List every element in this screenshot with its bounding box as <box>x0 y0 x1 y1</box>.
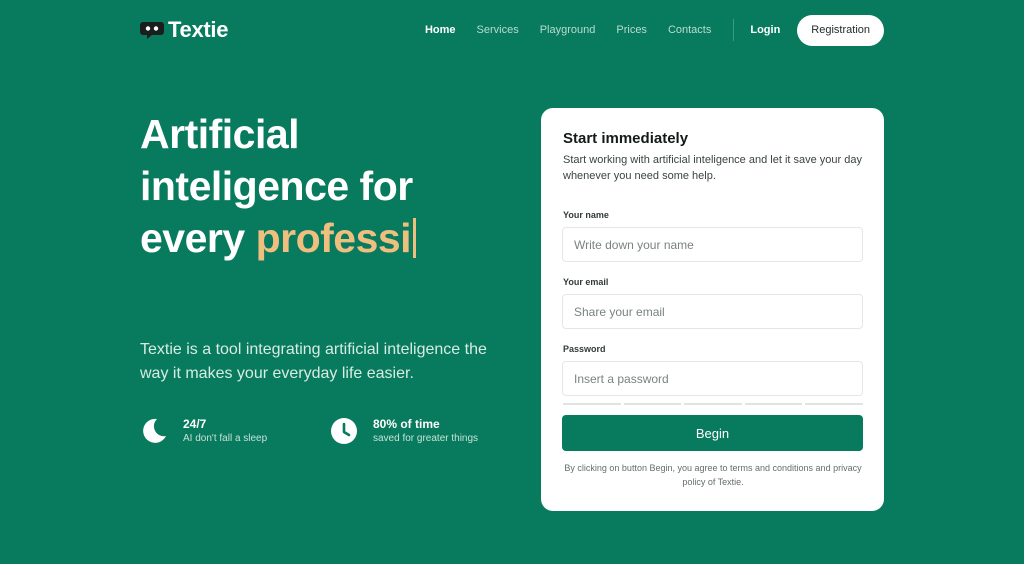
terms-notice: By clicking on button Begin, you agree t… <box>564 463 862 487</box>
hero-title-line3-prefix: every <box>140 215 256 261</box>
landing-page: Textie Home Services Playground Prices C… <box>0 0 1024 564</box>
site-header: Textie Home Services Playground Prices C… <box>140 14 884 46</box>
moon-icon <box>143 418 166 443</box>
brand-name: Textie <box>168 17 229 42</box>
nav-playground[interactable]: Playground <box>540 24 596 36</box>
hero-title-line1: Artificial <box>140 111 300 157</box>
password-input[interactable] <box>562 361 863 396</box>
name-input[interactable] <box>562 227 863 262</box>
nav-contacts[interactable]: Contacts <box>668 24 711 36</box>
hero-typed-word: professi <box>255 215 412 261</box>
login-link[interactable]: Login <box>750 24 780 36</box>
strength-segment <box>684 403 742 405</box>
card-subtitle: Start working with artificial inteligenc… <box>563 154 862 182</box>
chat-bubble-logo-icon <box>140 22 164 39</box>
main-nav: Home Services Playground Prices Contacts… <box>404 14 884 46</box>
feature-title: 24/7 <box>183 417 207 431</box>
hero-title: Artificial inteligence for every profess… <box>140 108 520 264</box>
feature-title: 80% of time <box>373 417 440 431</box>
hero-description: Textie is a tool integrating artificial … <box>140 341 487 382</box>
feature-subtitle: saved for greater things <box>373 433 479 444</box>
name-label: Your name <box>563 210 609 220</box>
hero-title-line2: inteligence for <box>140 163 413 209</box>
nav-prices[interactable]: Prices <box>616 24 647 36</box>
email-input[interactable] <box>562 294 863 329</box>
strength-segment <box>805 403 863 405</box>
nav-home[interactable]: Home <box>425 24 456 36</box>
typing-cursor <box>413 218 417 258</box>
feature-subtitle: AI don't fall a sleep <box>183 433 268 444</box>
begin-button[interactable]: Begin <box>562 415 863 451</box>
clock-icon <box>331 418 357 444</box>
feature-availability: 24/7 AI don't fall a sleep <box>140 416 267 446</box>
nav-divider <box>733 19 735 41</box>
feature-time-saved: 80% of time saved for greater things <box>330 416 478 446</box>
signup-card: Start immediately Start working with art… <box>541 108 884 511</box>
strength-segment <box>563 403 621 405</box>
email-label: Your email <box>563 277 609 287</box>
card-title: Start immediately <box>563 130 689 147</box>
nav-services[interactable]: Services <box>477 24 519 36</box>
page-bottom-edge <box>0 564 1024 576</box>
logo[interactable]: Textie <box>140 17 228 43</box>
password-label: Password <box>563 344 606 354</box>
strength-segment <box>623 403 682 405</box>
registration-button[interactable]: Registration <box>797 14 884 46</box>
password-strength-meter <box>563 403 863 405</box>
strength-segment <box>744 403 803 405</box>
